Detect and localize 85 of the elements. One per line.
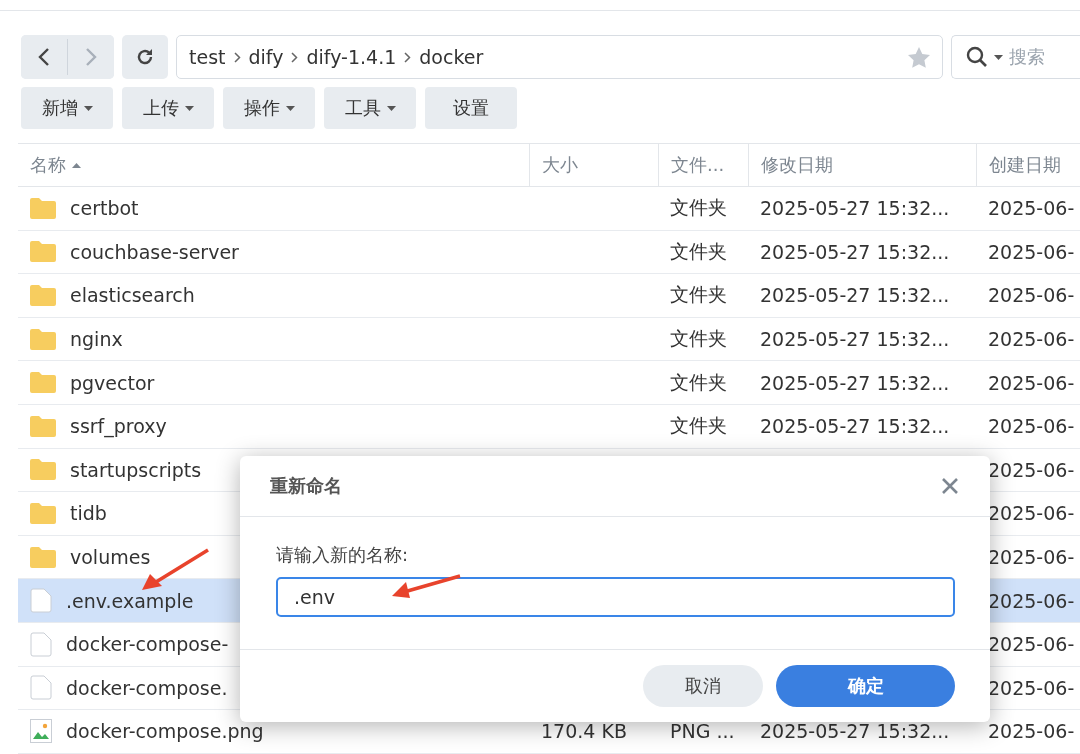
image-file-icon: [30, 719, 52, 744]
dialog-title: 重新命名: [270, 474, 342, 498]
file-name: docker-compose.png: [66, 720, 264, 743]
cancel-button[interactable]: 取消: [643, 665, 763, 707]
modified-date: 2025-05-27 15:32...: [760, 720, 950, 743]
created-date: 2025-06-: [988, 240, 1075, 263]
file-type: 文件夹: [670, 195, 727, 221]
file-type: 文件夹: [670, 413, 727, 439]
breadcrumb-item[interactable]: test: [189, 46, 226, 68]
column-header[interactable]: 创建日期: [976, 144, 1080, 186]
modified-date: 2025-05-27 15:32...: [760, 284, 950, 307]
breadcrumb-item[interactable]: dify-1.4.1: [306, 46, 397, 68]
file-type: PNG ...: [670, 720, 735, 743]
folder-icon: [30, 372, 56, 394]
toolbar-button[interactable]: 操作: [223, 87, 315, 129]
file-icon: [30, 588, 52, 614]
created-date: 2025-06-: [988, 371, 1075, 394]
file-name: docker-compose.: [66, 676, 228, 699]
column-header[interactable]: 文件...: [658, 144, 748, 186]
breadcrumb-item[interactable]: docker: [419, 46, 484, 68]
file-name: couchbase-server: [70, 240, 239, 263]
confirm-button[interactable]: 确定: [776, 665, 955, 707]
created-date: 2025-06-: [988, 720, 1075, 743]
file-name: certbot: [70, 197, 139, 220]
toolbar-button[interactable]: 新增: [21, 87, 113, 129]
modified-date: 2025-05-27 15:32...: [760, 415, 950, 438]
refresh-icon: [135, 47, 155, 67]
toolbar-button[interactable]: 工具: [324, 87, 416, 129]
modified-date: 2025-05-27 15:32...: [760, 240, 950, 263]
created-date: 2025-06-: [988, 328, 1075, 351]
file-name: tidb: [70, 502, 107, 525]
modified-date: 2025-05-27 15:32...: [760, 371, 950, 394]
file-name: ssrf_proxy: [70, 415, 167, 438]
file-size: 170.4 KB: [541, 720, 627, 743]
name-input[interactable]: .env: [276, 577, 955, 617]
chevron-right-icon: [404, 51, 412, 63]
file-icon: [30, 631, 52, 657]
modified-date: 2025-05-27 15:32...: [760, 197, 950, 220]
chevron-right-icon: [291, 51, 299, 63]
created-date: 2025-06-: [988, 502, 1075, 525]
created-date: 2025-06-: [988, 415, 1075, 438]
column-header[interactable]: 名称: [18, 144, 529, 186]
created-date: 2025-06-: [988, 197, 1075, 220]
created-date: 2025-06-: [988, 546, 1075, 569]
column-header[interactable]: 大小: [529, 144, 658, 186]
file-name: startupscripts: [70, 458, 202, 481]
chevron-right-icon: [233, 51, 241, 63]
path-bar[interactable]: test dify dify-1.4.1 docker: [176, 35, 943, 79]
file-name: docker-compose-: [66, 633, 229, 656]
toolbar-button[interactable]: 上传: [122, 87, 214, 129]
created-date: 2025-06-: [988, 458, 1075, 481]
folder-icon: [30, 285, 56, 306]
folder-icon: [30, 415, 56, 437]
created-date: 2025-06-: [988, 589, 1075, 612]
created-date: 2025-06-: [988, 676, 1075, 699]
search-icon: [966, 46, 988, 68]
caret-icon: [994, 54, 1003, 60]
created-date: 2025-06-: [988, 284, 1075, 307]
file-type: 文件夹: [670, 326, 727, 352]
breadcrumb-item[interactable]: dify: [248, 46, 284, 68]
folder-icon: [30, 328, 56, 350]
created-date: 2025-06-: [988, 633, 1075, 656]
file-icon: [30, 675, 52, 701]
folder-icon: [30, 197, 56, 219]
file-name: volumes: [70, 546, 151, 569]
folder-icon: [30, 241, 56, 263]
column-header[interactable]: 修改日期: [748, 144, 976, 186]
star-icon[interactable]: [908, 46, 930, 68]
folder-icon: [30, 546, 56, 568]
file-type: 文件夹: [670, 282, 727, 308]
file-name: elasticsearch: [70, 284, 195, 307]
file-name: nginx: [70, 328, 123, 351]
file-name: .env.example: [66, 589, 194, 612]
folder-icon: [30, 459, 56, 481]
refresh-button[interactable]: [122, 35, 168, 79]
chevron-right-icon: [85, 47, 97, 67]
field-label: 请输入新的名称:: [276, 543, 410, 567]
file-type: 文件夹: [670, 369, 727, 395]
file-type: 文件夹: [670, 238, 727, 264]
close-button[interactable]: [942, 478, 958, 494]
file-name: pgvector: [70, 371, 155, 394]
modified-date: 2025-05-27 15:32...: [760, 328, 950, 351]
toolbar-button[interactable]: 设置: [425, 87, 517, 129]
chevron-left-icon: [38, 47, 50, 67]
folder-icon: [30, 502, 56, 524]
